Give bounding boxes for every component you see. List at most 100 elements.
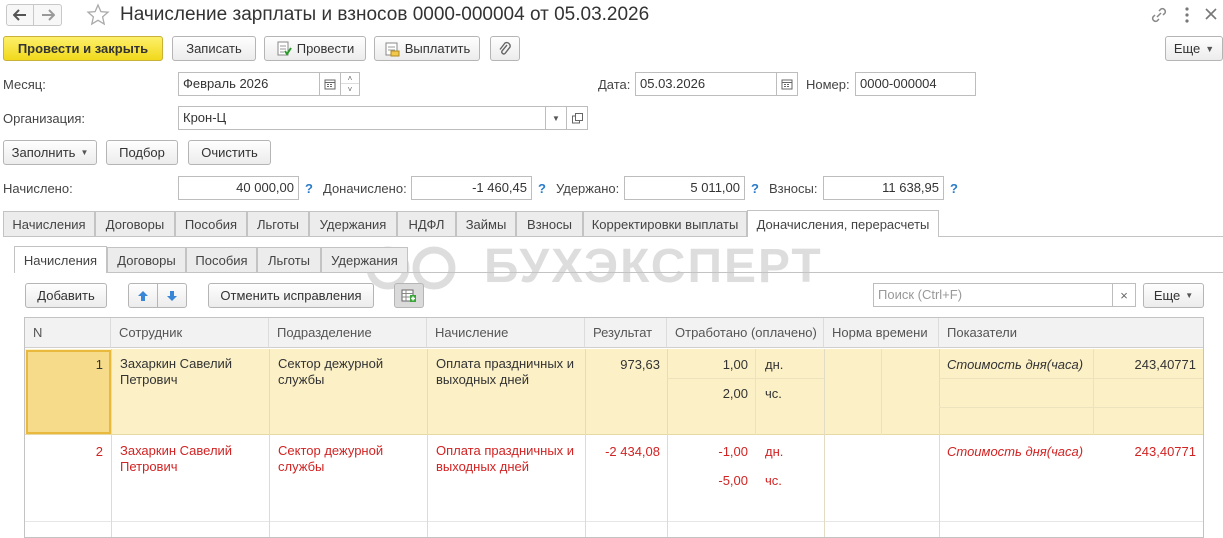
- tab-contracts[interactable]: Договоры: [95, 211, 175, 236]
- pick-button[interactable]: Подбор: [106, 140, 178, 165]
- search-input[interactable]: Поиск (Ctrl+F): [873, 283, 1113, 307]
- table-row[interactable]: 1 Захаркин Савелий Петрович Сектор дежур…: [25, 349, 1203, 435]
- stepper-up-icon[interactable]: ˄: [341, 73, 359, 84]
- pay-label: Выплатить: [404, 41, 471, 56]
- tab-accruals[interactable]: Начисления: [3, 211, 95, 236]
- grid-line: [427, 349, 428, 537]
- grid-line: [1093, 349, 1094, 435]
- row-accrual: Оплата праздничных и выходных дней: [436, 443, 575, 474]
- column-header-time-norm[interactable]: Норма времени: [824, 318, 939, 348]
- table-more-button[interactable]: Еще ▼: [1143, 283, 1204, 308]
- stepper-down-icon[interactable]: ˅: [341, 84, 359, 95]
- search-placeholder: Поиск (Ctrl+F): [878, 287, 963, 302]
- row-days-unit: дн.: [765, 357, 784, 372]
- close-button[interactable]: [1203, 6, 1219, 22]
- month-calendar-button[interactable]: [319, 72, 341, 96]
- organization-dropdown-button[interactable]: ▼: [545, 106, 567, 130]
- add-row-label: Добавить: [37, 288, 95, 303]
- month-field[interactable]: Февраль 2026: [178, 72, 320, 96]
- additional-help-icon[interactable]: ?: [538, 181, 546, 196]
- row-hours-unit: чс.: [765, 386, 782, 401]
- column-header-employee[interactable]: Сотрудник: [111, 318, 269, 348]
- number-field[interactable]: 0000-000004: [855, 72, 976, 96]
- column-header-indicators[interactable]: Показатели: [939, 318, 1203, 348]
- accrued-help-icon[interactable]: ?: [305, 181, 313, 196]
- contributions-help-icon[interactable]: ?: [950, 181, 958, 196]
- pay-button[interactable]: Выплатить: [374, 36, 480, 61]
- add-row-button[interactable]: Добавить: [25, 283, 107, 308]
- forward-button[interactable]: [34, 4, 62, 26]
- favorite-star-button[interactable]: [86, 3, 110, 27]
- grid-line: [881, 349, 882, 435]
- chevron-down-icon: ▼: [1205, 43, 1215, 54]
- tab-payment-corrections[interactable]: Корректировки выплаты: [583, 211, 747, 236]
- tab-contributions[interactable]: Взносы: [516, 211, 583, 236]
- date-calendar-button[interactable]: [776, 72, 798, 96]
- month-stepper[interactable]: ˄ ˅: [340, 72, 360, 96]
- arrow-down-icon: [167, 290, 177, 301]
- subtab-deductions[interactable]: Удержания: [321, 247, 408, 272]
- row-worked-hours: -5,00: [718, 473, 748, 488]
- link-button[interactable]: [1150, 6, 1168, 24]
- contributions-label: Взносы:: [769, 181, 818, 196]
- subtab-accruals[interactable]: Начисления: [14, 246, 107, 273]
- toolbar-more-button[interactable]: Еще ▼: [1165, 36, 1223, 61]
- additional-value: -1 460,45: [411, 176, 532, 200]
- withheld-help-icon[interactable]: ?: [751, 181, 759, 196]
- grid-line: [269, 349, 270, 537]
- table-settings-icon: [401, 289, 416, 302]
- organization-open-button[interactable]: [566, 106, 588, 130]
- column-header-n[interactable]: N: [25, 318, 111, 348]
- table-settings-button[interactable]: [394, 283, 424, 308]
- save-button[interactable]: Записать: [172, 36, 256, 61]
- column-header-accrual[interactable]: Начисление: [427, 318, 585, 348]
- organization-label: Организация:: [3, 111, 86, 126]
- table-row[interactable]: 2 Захаркин Савелий Петрович Сектор дежур…: [25, 436, 1203, 522]
- grid-line: [939, 407, 1203, 408]
- table-more-label: Еще: [1153, 288, 1181, 303]
- column-header-department[interactable]: Подразделение: [269, 318, 427, 348]
- subtab-privileges[interactable]: Льготы: [257, 247, 321, 272]
- cancel-corrections-button[interactable]: Отменить исправления: [208, 283, 374, 308]
- row-result: -2 434,08: [605, 444, 660, 459]
- row-number: 2: [95, 444, 103, 459]
- tab-benefits[interactable]: Пособия: [175, 211, 247, 236]
- tab-recalculations[interactable]: Доначисления, перерасчеты: [747, 210, 939, 237]
- chevron-down-icon: ▼: [1185, 291, 1194, 300]
- date-field[interactable]: 05.03.2026: [635, 72, 777, 96]
- attach-button[interactable]: [490, 36, 520, 61]
- tab-ndfl[interactable]: НДФЛ: [397, 211, 456, 236]
- date-label: Дата:: [598, 77, 631, 92]
- tab-privileges[interactable]: Льготы: [247, 211, 309, 236]
- back-button[interactable]: [6, 4, 34, 26]
- subtab-contracts[interactable]: Договоры: [107, 247, 186, 272]
- row-indicator-value: 243,40771: [1134, 444, 1196, 459]
- cancel-corrections-label: Отменить исправления: [220, 288, 362, 303]
- dropdown-arrow-icon: ▼: [552, 113, 560, 123]
- additional-label: Доначислено:: [323, 181, 407, 196]
- row-hours-unit: чс.: [765, 473, 782, 488]
- tab-loans[interactable]: Займы: [456, 211, 516, 236]
- fill-button[interactable]: Заполнить ▼: [3, 140, 97, 165]
- pick-label: Подбор: [119, 145, 165, 160]
- search-clear-button[interactable]: ×: [1112, 283, 1136, 307]
- move-down-button[interactable]: [157, 283, 187, 308]
- move-up-button[interactable]: [128, 283, 158, 308]
- column-header-result[interactable]: Результат: [585, 318, 667, 348]
- organization-field[interactable]: Крон-Ц: [178, 106, 546, 130]
- link-icon: [1151, 7, 1167, 23]
- subtab-benefits[interactable]: Пособия: [186, 247, 257, 272]
- clear-button[interactable]: Очистить: [188, 140, 271, 165]
- more-actions-button[interactable]: [1180, 6, 1194, 24]
- post-and-close-button[interactable]: Провести и закрыть: [3, 36, 163, 61]
- watermark-logo: БУХЭКСПЕРТ: [364, 238, 823, 294]
- tab-deductions[interactable]: Удержания: [309, 211, 397, 236]
- close-icon: [1205, 8, 1217, 20]
- column-header-worked[interactable]: Отработано (оплачено): [667, 318, 824, 348]
- grid-line: [111, 349, 112, 537]
- post-button[interactable]: Провести: [264, 36, 366, 61]
- clear-x-icon: ×: [1120, 287, 1128, 303]
- grid-line: [667, 378, 824, 379]
- accrued-label: Начислено:: [3, 181, 73, 196]
- grid-line: [755, 349, 756, 435]
